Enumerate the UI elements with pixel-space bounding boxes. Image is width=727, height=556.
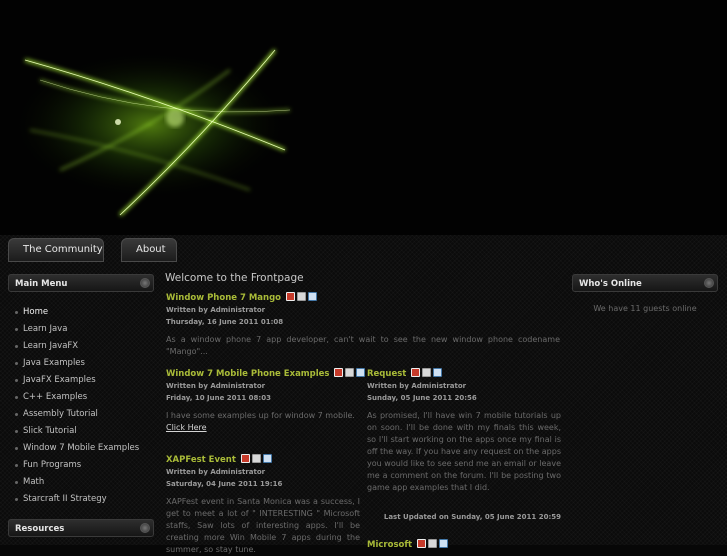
main-menu-header: Main Menu (8, 274, 154, 292)
email-icon[interactable] (356, 368, 366, 377)
main-menu: Home Learn Java Learn JavaFX Java Exampl… (14, 305, 139, 509)
article-body: As promised, I'll have win 7 mobile tuto… (367, 411, 561, 492)
menu-item-cpp-examples[interactable]: C++ Examples (14, 390, 139, 407)
menu-item-javafx-examples[interactable]: JavaFX Examples (14, 373, 139, 390)
menu-item-math[interactable]: Math (14, 475, 139, 492)
article-body: XAPFest event in Santa Monica was a succ… (166, 497, 360, 554)
article-title-link[interactable]: Window Phone 7 Mango (166, 292, 317, 303)
resources-header: Resources (8, 519, 154, 537)
whos-online-title: Who's Online (579, 279, 642, 289)
article-date: Sunday, 05 June 2011 20:56 (367, 394, 477, 402)
menu-item-starcraft-ii-strategy[interactable]: Starcraft II Strategy (14, 492, 139, 509)
article-body: As a window phone 7 app developer, can't… (166, 335, 560, 356)
article-title[interactable]: Window Phone 7 Mango (166, 293, 281, 303)
article-title[interactable]: Microsoft (367, 540, 412, 550)
article-title[interactable]: XAPFest Event (166, 455, 236, 465)
article-date: Friday, 10 June 2011 08:03 (166, 394, 271, 402)
menu-item-learn-javafx[interactable]: Learn JavaFX (14, 339, 139, 356)
menu-item-home[interactable]: Home (14, 305, 139, 322)
email-icon[interactable] (307, 292, 317, 301)
article-title-link[interactable]: Request (367, 368, 443, 379)
article-author: Written by Administrator (166, 306, 266, 314)
pdf-icon[interactable] (334, 368, 344, 377)
email-icon[interactable] (262, 454, 272, 463)
resources-title: Resources (15, 524, 65, 534)
print-icon[interactable] (428, 539, 438, 548)
header-banner (0, 0, 727, 235)
collapse-toggle-icon[interactable] (140, 523, 150, 533)
article-title-link[interactable]: Window 7 Mobile Phone Examples (166, 368, 366, 379)
whos-online-header: Who's Online (572, 274, 718, 292)
article-author: Written by Administrator (367, 382, 467, 390)
article-body: I have some examples up for window 7 mob… (166, 410, 360, 434)
article-author: Written by Administrator (166, 382, 266, 390)
collapse-toggle-icon[interactable] (140, 278, 150, 288)
tab-the-community[interactable]: The Community (8, 238, 104, 262)
print-icon[interactable] (422, 368, 432, 377)
menu-item-assembly-tutorial[interactable]: Assembly Tutorial (14, 407, 139, 424)
article-title[interactable]: Request (367, 369, 406, 379)
article-body-text: I have some examples up for window 7 mob… (166, 411, 355, 420)
collapse-toggle-icon[interactable] (704, 278, 714, 288)
last-updated: Last Updated on Sunday, 05 June 2011 20:… (383, 513, 561, 521)
article-author: Written by Administrator (166, 468, 266, 476)
menu-item-learn-java[interactable]: Learn Java (14, 322, 139, 339)
tab-about[interactable]: About (121, 238, 177, 262)
article-title-link[interactable]: XAPFest Event (166, 454, 272, 465)
guests-online-text: We have 11 guests online (593, 304, 697, 313)
print-icon[interactable] (296, 292, 306, 301)
article-title[interactable]: Window 7 Mobile Phone Examples (166, 369, 329, 379)
print-icon[interactable] (345, 368, 355, 377)
main-menu-title: Main Menu (15, 279, 68, 289)
menu-item-window-7-mobile-examples[interactable]: Window 7 Mobile Examples (14, 441, 139, 458)
pdf-icon[interactable] (417, 539, 427, 548)
menu-item-java-examples[interactable]: Java Examples (14, 356, 139, 373)
menu-item-fun-programs[interactable]: Fun Programs (14, 458, 139, 475)
menu-item-slick-tutorial[interactable]: Slick Tutorial (14, 424, 139, 441)
pdf-icon[interactable] (285, 292, 295, 301)
pdf-icon[interactable] (411, 368, 421, 377)
green-light-logo (10, 49, 291, 217)
email-icon[interactable] (433, 368, 443, 377)
click-here-link[interactable]: Click Here (166, 423, 207, 432)
article-date: Saturday, 04 June 2011 19:16 (166, 480, 283, 488)
pdf-icon[interactable] (240, 454, 250, 463)
article-date: Thursday, 16 June 2011 01:08 (166, 318, 284, 326)
print-icon[interactable] (251, 454, 261, 463)
email-icon[interactable] (439, 539, 449, 548)
page-title: Welcome to the Frontpage (165, 272, 304, 284)
